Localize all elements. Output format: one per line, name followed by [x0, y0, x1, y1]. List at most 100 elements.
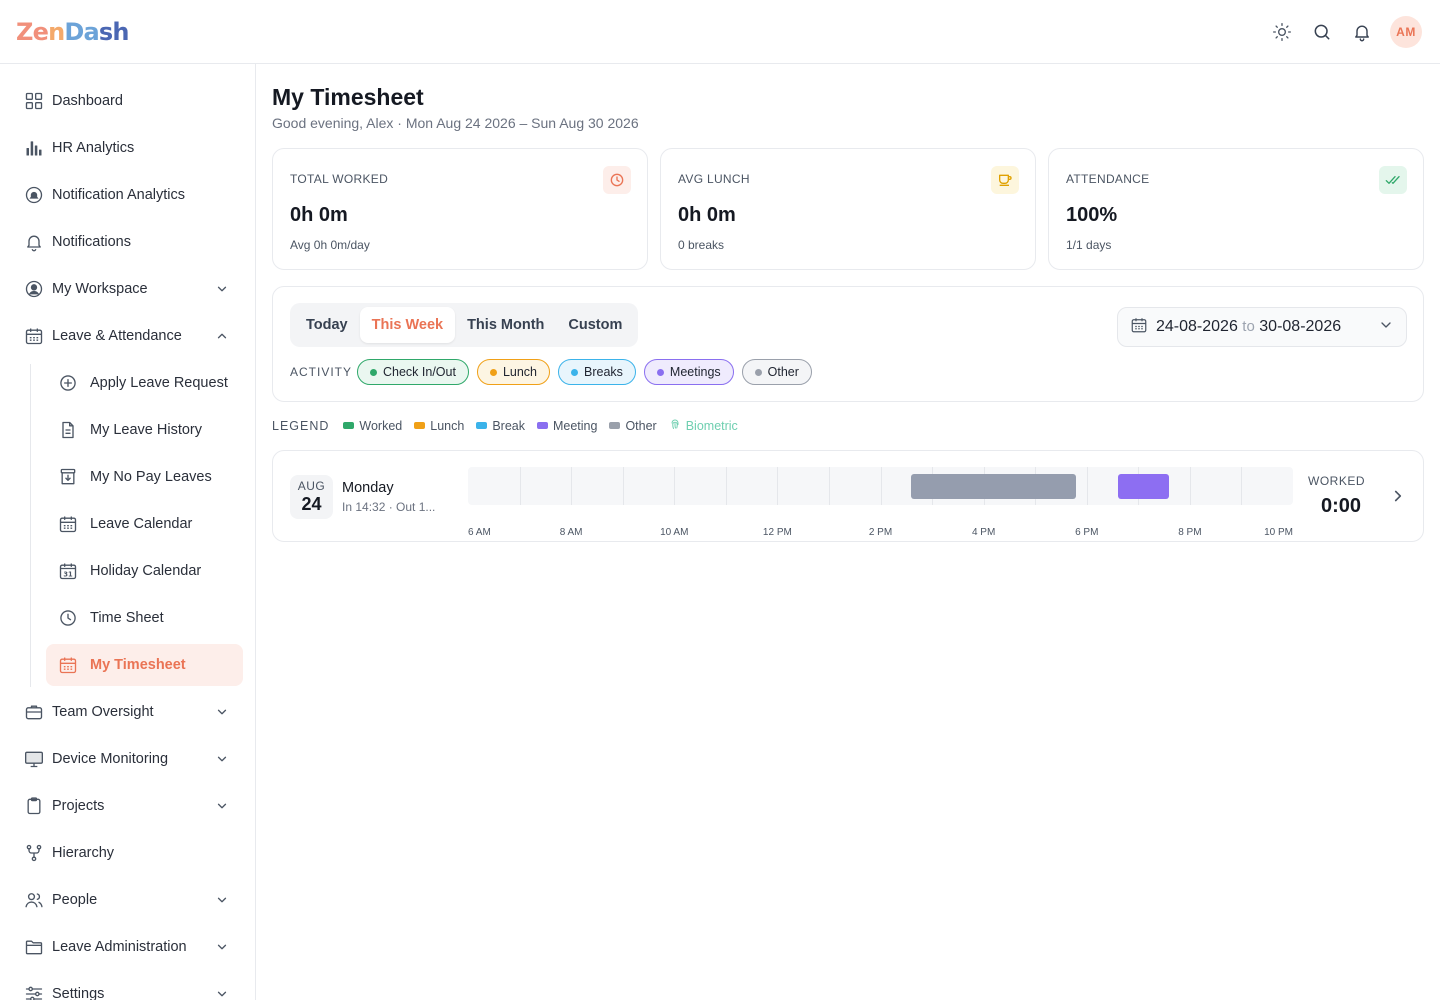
document-icon: [46, 420, 90, 440]
plus-circle-icon: [46, 373, 90, 393]
sidebar-item-projects[interactable]: Projects: [16, 785, 242, 827]
chip-lunch[interactable]: Lunch: [476, 359, 551, 385]
chip-breaks[interactable]: Breaks: [558, 359, 636, 385]
timeline-tick-label: 12 PM: [762, 527, 792, 538]
legend-item-break: Break: [476, 419, 525, 433]
chevron-down-icon: [212, 752, 232, 766]
timeline-tick-label: 10 PM: [1264, 527, 1293, 538]
briefcase-icon: [16, 702, 52, 722]
sidebar-item-hierarchy[interactable]: Hierarchy: [16, 832, 242, 874]
chevron-up-icon: [212, 329, 232, 343]
activity-chips: Check In/Out Lunch Breaks Meetings Other: [357, 359, 812, 385]
period-tabs: Today This Week This Month Custom: [290, 303, 639, 347]
archive-icon: [46, 467, 90, 487]
timeline-segment-meeting[interactable]: [1117, 474, 1170, 499]
day-check-times: In 14:32 · Out 1...: [342, 500, 436, 514]
hierarchy-icon: [16, 843, 52, 863]
tab-today[interactable]: Today: [294, 307, 360, 343]
sidebar-item-my-workspace[interactable]: My Workspace: [16, 268, 242, 310]
calendar-grid-icon: [46, 514, 90, 534]
calendar-icon: [1130, 316, 1148, 339]
sidebar-subitem-leave-calendar[interactable]: Leave Calendar: [46, 503, 243, 545]
sidebar-item-device-monitoring[interactable]: Device Monitoring: [16, 738, 242, 780]
chevron-down-icon: [212, 940, 232, 954]
timeline-tick-label: 4 PM: [971, 527, 996, 538]
timeline-gridline: [674, 467, 676, 505]
timeline-gridline: [571, 467, 573, 505]
timeline-gridline: [622, 467, 624, 505]
stat-card-total-worked: TOTAL WORKED 0h 0m Avg 0h 0m/day: [272, 148, 648, 270]
day-row-aug-24[interactable]: AUG 24 Monday In 14:32 · Out 1... 6 AM 8 …: [272, 450, 1424, 542]
worked-value: 0:00: [1320, 495, 1361, 517]
stat-card-attendance: ATTENDANCE 100% 1/1 days: [1048, 148, 1424, 270]
calendar-31-icon: 31: [46, 561, 90, 581]
timeline-gridline: [1086, 467, 1088, 505]
timeline-tick-label: 8 AM: [559, 527, 583, 538]
clock-icon: [46, 608, 90, 628]
timeline-gridline: [777, 467, 779, 505]
sidebar-subitem-my-leave-history[interactable]: My Leave History: [46, 409, 243, 451]
chevron-down-icon: [212, 282, 232, 296]
bell-circle-icon: [16, 185, 52, 205]
chevron-right-icon[interactable]: [1389, 487, 1407, 510]
timeline-gridline: [828, 467, 830, 505]
chip-other[interactable]: Other: [741, 359, 812, 385]
calendar-icon: [16, 326, 52, 346]
sidebar-subitem-apply-leave-request[interactable]: Apply Leave Request: [46, 362, 243, 404]
sidebar: Dashboard HR Analytics Notification Anal…: [0, 64, 256, 1000]
chip-check-in-out[interactable]: Check In/Out: [357, 359, 469, 385]
sidebar-item-notification-analytics[interactable]: Notification Analytics: [16, 174, 242, 216]
tab-custom[interactable]: Custom: [556, 307, 634, 343]
app-logo[interactable]: Ze n Da sh: [16, 18, 129, 46]
date-range-text: 24-08-2026 to 30-08-2026: [1156, 318, 1342, 335]
people-icon: [16, 890, 52, 910]
legend-item-meeting: Meeting: [536, 419, 597, 433]
top-bar: Ze n Da sh AM: [0, 0, 1440, 64]
sidebar-item-notifications[interactable]: Notifications: [16, 221, 242, 263]
stat-card-avg-lunch: AVG LUNCH 0h 0m 0 breaks: [660, 148, 1036, 270]
search-icon[interactable]: [1310, 20, 1334, 44]
sidebar-item-settings[interactable]: Settings: [16, 973, 242, 1000]
filter-card: Today This Week This Month Custom 24-08-…: [272, 286, 1424, 402]
legend-item-biometric: Biometric: [669, 418, 738, 433]
sidebar-item-hr-analytics[interactable]: HR Analytics: [16, 127, 242, 169]
double-check-icon: [1379, 166, 1407, 194]
sun-icon[interactable]: [1270, 20, 1294, 44]
sidebar-subitem-my-timesheet[interactable]: My Timesheet: [46, 644, 243, 686]
sidebar-subitem-time-sheet[interactable]: Time Sheet: [46, 597, 243, 639]
legend-item-lunch: Lunch: [414, 419, 464, 433]
bell-icon[interactable]: [1350, 20, 1374, 44]
sidebar-item-team-oversight[interactable]: Team Oversight: [16, 691, 242, 733]
tab-this-week[interactable]: This Week: [359, 307, 456, 343]
date-range-picker[interactable]: 24-08-2026 to 30-08-2026: [1117, 307, 1407, 347]
sidebar-subitem-holiday-calendar[interactable]: 31 Holiday Calendar: [46, 550, 243, 592]
tab-this-month[interactable]: This Month: [455, 307, 556, 343]
user-avatar[interactable]: AM: [1390, 15, 1422, 48]
bell-icon: [16, 232, 52, 252]
clock-icon: [603, 166, 631, 194]
folder-icon: [16, 937, 52, 957]
timeline-tick-label: 6 AM: [468, 527, 491, 538]
chevron-down-icon: [1378, 317, 1394, 338]
chevron-down-icon: [212, 893, 232, 907]
day-timeline: 6 AM 8 AM 10 AM 12 PM 2 PM 4 PM 6 PM 8 PM 10 PM: [468, 467, 1293, 538]
page-title: My Timesheet: [272, 84, 424, 110]
coffee-icon: [991, 166, 1019, 194]
worked-label: WORKED: [1308, 474, 1365, 488]
timeline-gridline: [725, 467, 727, 505]
timeline-segment-other[interactable]: [911, 474, 1077, 499]
chip-meetings[interactable]: Meetings: [643, 359, 734, 385]
sidebar-subitem-my-no-pay-leaves[interactable]: My No Pay Leaves: [46, 456, 243, 498]
chevron-down-icon: [212, 799, 232, 813]
timeline-tick-label: 6 PM: [1075, 527, 1099, 538]
sidebar-item-dashboard[interactable]: Dashboard: [16, 80, 242, 122]
chevron-down-icon: [212, 705, 232, 719]
day-weekday: Monday: [342, 480, 394, 496]
sidebar-item-people[interactable]: People: [16, 879, 242, 921]
sidebar-item-leave-attendance[interactable]: Leave & Attendance: [16, 315, 242, 357]
sliders-icon: [16, 984, 52, 1000]
sidebar-item-leave-administration[interactable]: Leave Administration: [16, 926, 242, 968]
timeline-tick-label: 8 PM: [1178, 527, 1202, 538]
timeline-gridline: [880, 467, 882, 505]
bar-chart-icon: [16, 138, 52, 158]
